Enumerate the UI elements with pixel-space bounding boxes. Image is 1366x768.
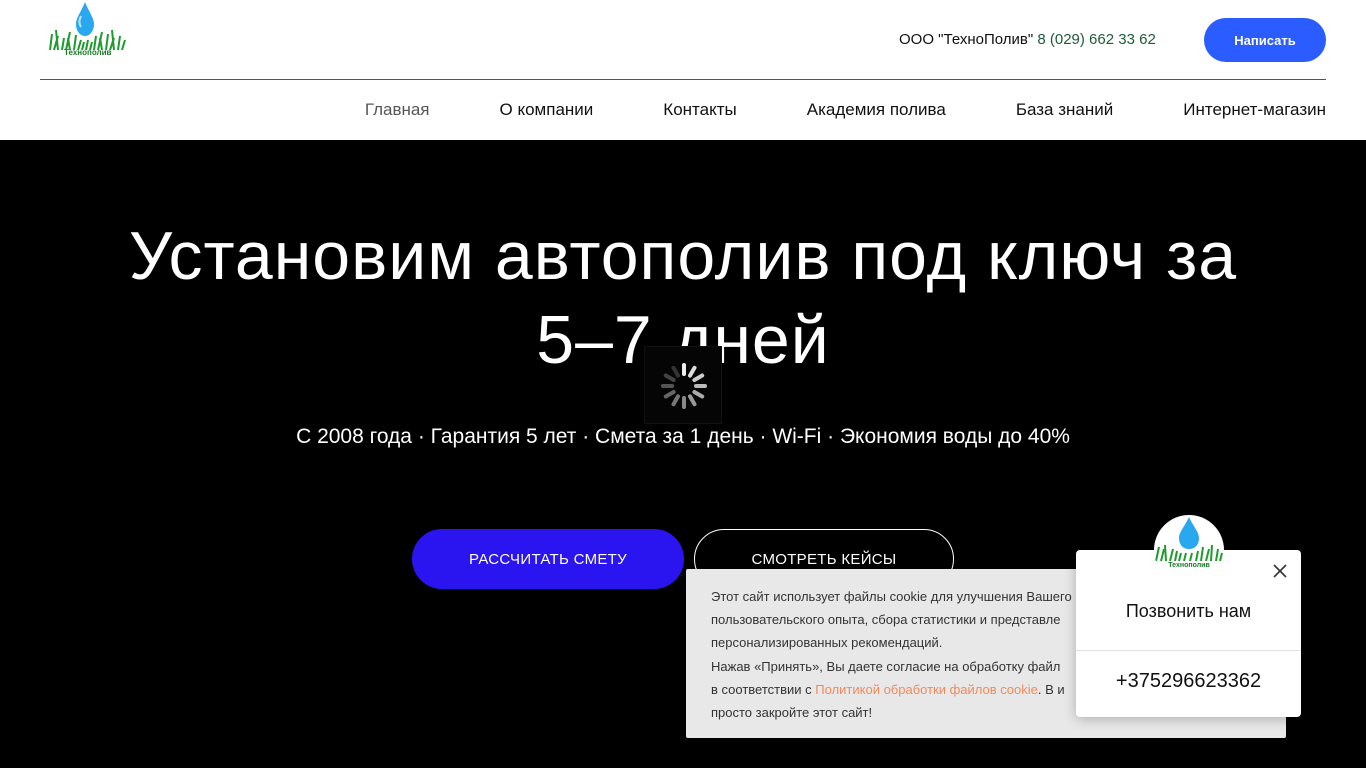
close-icon-shape bbox=[1273, 564, 1287, 578]
loading-spinner bbox=[644, 346, 722, 424]
site-header: Технополив ООО "ТехноПолив" 8 (029) 662 … bbox=[0, 0, 1366, 140]
calculate-estimate-button[interactable]: РАССЧИТАТЬ СМЕТУ bbox=[412, 529, 684, 589]
nav-item-about[interactable]: О компании bbox=[500, 100, 594, 120]
spinner-icon bbox=[661, 363, 707, 409]
logo-text: Технополив bbox=[64, 48, 112, 57]
nav-item-academy[interactable]: Академия полива bbox=[807, 100, 946, 120]
close-icon[interactable] bbox=[1271, 562, 1289, 580]
header-phone-link[interactable]: 8 (029) 662 33 62 bbox=[1037, 31, 1155, 48]
cookie-text: в соответствии с bbox=[711, 681, 816, 697]
call-widget-phone[interactable]: +375296623362 bbox=[1076, 670, 1301, 693]
company-contact: ООО "ТехноПолив" 8 (029) 662 33 62 bbox=[899, 31, 1156, 48]
cookie-text: . В и bbox=[1037, 681, 1065, 697]
header-divider bbox=[40, 79, 1326, 80]
write-button[interactable]: Написать bbox=[1204, 18, 1326, 62]
main-nav: Главная О компании Контакты Академия пол… bbox=[365, 100, 1326, 120]
call-widget-divider bbox=[1076, 650, 1301, 651]
cookie-policy-link[interactable]: Политикой обработки файлов cookie bbox=[815, 682, 1038, 697]
call-widget-title: Позвонить нам bbox=[1125, 601, 1252, 621]
nav-item-shop[interactable]: Интернет-магазин bbox=[1183, 100, 1326, 120]
nav-item-home[interactable]: Главная bbox=[365, 100, 430, 120]
call-widget-logo-text: Технополив bbox=[1168, 562, 1210, 569]
nav-item-knowledge-base[interactable]: База знаний bbox=[1016, 100, 1113, 120]
water-drop-grass-icon: Технополив bbox=[1155, 517, 1223, 569]
call-widget-logo: Технополив bbox=[1154, 515, 1224, 585]
hero-title-line1: Установим автополив под ключ за bbox=[128, 218, 1238, 294]
logo[interactable]: Технополив bbox=[48, 0, 128, 60]
nav-item-contacts[interactable]: Контакты bbox=[663, 100, 736, 120]
company-name: ООО "ТехноПолив" bbox=[899, 31, 1034, 48]
hero-subtitle: С 2008 года · Гарантия 5 лет · Смета за … bbox=[296, 425, 1070, 448]
